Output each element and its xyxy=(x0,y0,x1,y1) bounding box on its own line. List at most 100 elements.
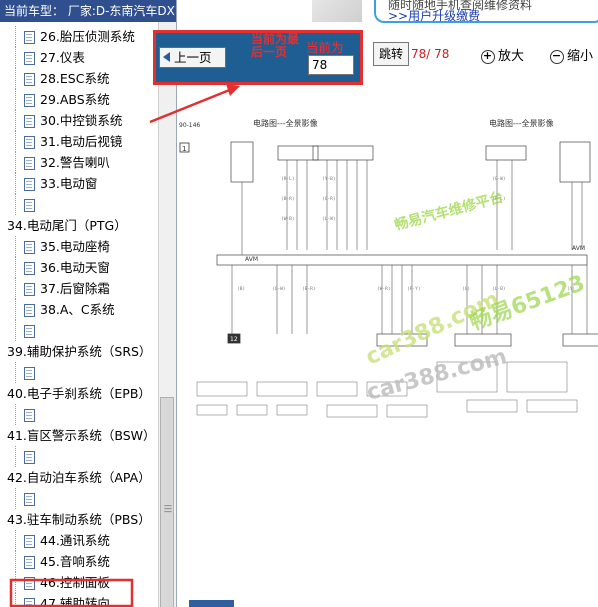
tree-group[interactable]: 40.电子手刹系统（EPB） xyxy=(0,383,158,404)
connector-number-left: 1 xyxy=(182,145,186,153)
tree-item[interactable]: 31.电动后视镜 xyxy=(0,131,158,152)
document-icon xyxy=(24,178,35,191)
tree-item[interactable]: 46.控制面板 xyxy=(0,572,158,593)
tree-connector-line xyxy=(15,551,16,572)
diagram-page-code: 90-146 xyxy=(179,122,200,129)
tree-connector-line xyxy=(15,572,16,593)
svg-text:(Y-B): (Y-B) xyxy=(322,176,336,182)
zoom-in-button[interactable]: + 放大 xyxy=(481,45,541,69)
svg-text:(W-B): (W-B) xyxy=(281,216,295,222)
tree-item[interactable]: 35.电动座椅 xyxy=(0,236,158,257)
document-icon xyxy=(24,73,35,86)
arrow-left-icon xyxy=(163,52,170,62)
svg-text:(R-L): (R-L) xyxy=(281,176,295,182)
document-icon xyxy=(24,31,35,44)
document-icon xyxy=(24,598,35,607)
prev-page-button[interactable]: 上一页 xyxy=(159,47,226,68)
ground-connector-number: 12 xyxy=(230,336,238,343)
tree-item[interactable] xyxy=(0,446,158,467)
tree-item-label: 29.ABS系统 xyxy=(40,92,110,107)
scroll-grip-icon: — — — xyxy=(164,501,172,516)
tree-item[interactable]: 28.ESC系统 xyxy=(0,68,158,89)
tree-connector-line xyxy=(15,320,16,341)
tree-item[interactable]: 26.胎压侦测系统 xyxy=(0,26,158,47)
tree-item-label: 37.后窗除霜 xyxy=(40,281,110,296)
svg-text:(R-Y): (R-Y) xyxy=(407,286,421,292)
tree-connector-line xyxy=(15,257,16,278)
tree-connector-line xyxy=(15,362,16,383)
document-icon xyxy=(24,409,35,422)
svg-text:(W-R): (W-R) xyxy=(377,286,391,292)
tree-connector-line xyxy=(15,26,16,47)
tree-item[interactable] xyxy=(0,194,158,215)
svg-text:(B-R): (B-R) xyxy=(281,196,295,202)
document-icon xyxy=(24,577,35,590)
tree-item-label: 30.中控锁系统 xyxy=(40,113,123,128)
document-icon xyxy=(24,241,35,254)
tree-item[interactable]: 32.警告喇叭 xyxy=(0,152,158,173)
tree-connector-line xyxy=(15,194,16,215)
tree-connector-line xyxy=(15,110,16,131)
tree-item[interactable]: 47.辅助转向 xyxy=(0,593,158,607)
zoom-out-button[interactable]: − 缩小 xyxy=(550,45,598,69)
tree-item[interactable]: 30.中控锁系统 xyxy=(0,110,158,131)
tree-item-label: 44.通讯系统 xyxy=(40,533,110,548)
tree-item[interactable] xyxy=(0,488,158,509)
tree-item[interactable]: 36.电动天窗 xyxy=(0,257,158,278)
current-page-input[interactable]: 78 xyxy=(308,55,354,75)
document-icon xyxy=(24,304,35,317)
category-tree: 26.胎压侦测系统 27.仪表 28.ESC系统 29.ABS系统 30.中控锁系统 31… xyxy=(0,26,158,607)
tree-connector-line xyxy=(15,278,16,299)
tree-item[interactable]: 37.后窗除霜 xyxy=(0,278,158,299)
upgrade-link[interactable]: >>用户升级缴费 xyxy=(388,10,598,21)
tree-item[interactable]: 27.仪表 xyxy=(0,47,158,68)
tree-group[interactable]: 41.盲区警示系统（BSW） xyxy=(0,425,158,446)
document-icon xyxy=(24,115,35,128)
tree-item[interactable]: 29.ABS系统 xyxy=(0,89,158,110)
document-icon xyxy=(24,451,35,464)
tree-group[interactable]: 43.驻车制动系统（PBS） xyxy=(0,509,158,530)
tree-connector-line xyxy=(15,404,16,425)
tree-item[interactable] xyxy=(0,362,158,383)
vehicle-title-bar: 当前车型： 厂家:D-东南汽车DX72015-2017 xyxy=(0,0,176,22)
tree-item-label: 43.驻车制动系统（PBS） xyxy=(7,512,151,527)
tree-item-label: 26.胎压侦测系统 xyxy=(40,29,135,44)
tree-item[interactable] xyxy=(0,404,158,425)
tree-item-label: 38.A、C系统 xyxy=(40,302,115,317)
document-icon xyxy=(24,367,35,380)
tree-item-label: 31.电动后视镜 xyxy=(40,134,123,149)
tree-group[interactable]: 42.自动泊车系统（APA） xyxy=(0,467,158,488)
tree-item[interactable]: 44.通讯系统 xyxy=(0,530,158,551)
tree-item[interactable]: 33.电动窗 xyxy=(0,173,158,194)
left-panel: 当前车型： 厂家:D-东南汽车DX72015-2017 26.胎压侦测系统 27.… xyxy=(0,0,177,607)
tree-connector-line xyxy=(15,68,16,89)
tree-item-label: 33.电动窗 xyxy=(40,176,98,191)
scrollbar-thumb[interactable]: — — — xyxy=(160,397,174,607)
tree-group[interactable]: 39.辅助保护系统（SRS） xyxy=(0,341,158,362)
tree-item[interactable]: 45.音响系统 xyxy=(0,551,158,572)
page-count: 78/ 78 xyxy=(411,47,450,61)
svg-text:(G-W): (G-W) xyxy=(272,286,286,292)
tree-scrollbar[interactable]: — — — xyxy=(158,22,176,607)
tree-item-label: 47.辅助转向 xyxy=(40,596,110,607)
tree-group[interactable]: 34.电动尾门（PTG） xyxy=(0,215,158,236)
svg-text:(B): (B) xyxy=(237,286,245,292)
avm-block-right: AVM xyxy=(572,245,585,252)
tree-item[interactable]: 38.A、C系统 xyxy=(0,299,158,320)
tree-connector-line xyxy=(15,173,16,194)
tree-item-label: 45.音响系统 xyxy=(40,554,110,569)
jump-button[interactable]: 跳转 xyxy=(373,42,409,66)
svg-text:(L-W): (L-W) xyxy=(322,216,336,222)
tree-item-label: 28.ESC系统 xyxy=(40,71,110,86)
bottom-tab-indicator[interactable] xyxy=(189,600,234,607)
tree-item[interactable] xyxy=(0,320,158,341)
tree-connector-line xyxy=(15,488,16,509)
document-icon xyxy=(24,94,35,107)
tree-connector-line xyxy=(15,299,16,320)
tree-item-label: 36.电动天窗 xyxy=(40,260,110,275)
document-icon xyxy=(24,262,35,275)
svg-text:(G-W): (G-W) xyxy=(492,176,506,182)
tree-item-label: 35.电动座椅 xyxy=(40,239,110,254)
svg-text:(G-R): (G-R) xyxy=(322,196,336,202)
circuit-diagram[interactable]: 90-146 电路图---全景影像 电路图---全景影像 1 AVM AVM (… xyxy=(177,100,598,607)
